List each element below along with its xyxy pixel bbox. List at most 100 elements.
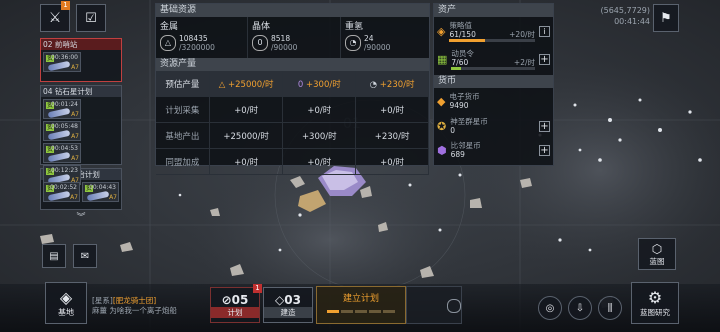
fleet-card[interactable]: 资 00:04:43 A7 xyxy=(82,182,119,202)
crystal-cap: /90000 xyxy=(271,43,298,52)
production-row-label: 同盟加成 xyxy=(156,148,210,175)
currency-row[interactable]: ◆ 电子货币 9490 xyxy=(434,88,553,114)
production-header-deut: +230/时 xyxy=(379,79,415,90)
chat-sender: [肥龙骑士团] xyxy=(112,296,157,305)
production-header-row: 预估产量 △ +25000/时 0 +300/时 ◔ +230/时 xyxy=(156,71,429,97)
galaxy-button[interactable]: ◎ xyxy=(538,296,562,320)
message-button[interactable]: ✉ xyxy=(73,244,97,268)
strategy-bar xyxy=(449,38,535,42)
add-mobilize-button[interactable]: + xyxy=(539,53,550,65)
metal-value: 108435 xyxy=(179,34,208,43)
fleet-group[interactable]: 04 钻石星计划 资 00:01:24 A7 资 00:05:48 A7 资 00:04:… xyxy=(40,85,122,185)
base-button[interactable]: ◈ 基地 xyxy=(45,282,87,324)
arrow-down-icon: ⇩ xyxy=(575,302,585,314)
production-row: 同盟加成 +0/时 +0/时 +0/时 xyxy=(156,148,429,175)
blueprint-icon: ⬡ xyxy=(651,241,663,256)
production-cell: +300/时 xyxy=(282,122,357,149)
currency-label: 神圣群星币 xyxy=(450,117,488,126)
strategy-label: 策略值 xyxy=(449,20,472,30)
bookmark-button[interactable]: ⚑ xyxy=(653,4,679,32)
fleet-card[interactable]: 资 00:05:48 A7 xyxy=(43,121,81,141)
mobilize-bar xyxy=(451,66,535,70)
production-cell: +0/时 xyxy=(355,148,429,175)
tasks-button[interactable]: ☑ xyxy=(76,4,106,32)
build-button[interactable]: ◇03 建造 xyxy=(263,287,313,323)
production-cell: +230/时 xyxy=(355,122,429,149)
server-time: 00:41:44 xyxy=(614,17,650,26)
blueprint-button[interactable]: ⬡ 蓝图 xyxy=(638,238,676,270)
fleet-icon: ⫼ xyxy=(607,302,613,314)
production-cell: +0/时 xyxy=(209,148,284,175)
chat-text: 麻薑 为啥我一个离子炮船 xyxy=(92,306,177,315)
currency-value: 689 xyxy=(450,150,465,159)
event-badge: 1 xyxy=(61,1,70,10)
event-icon: ⚔ xyxy=(48,10,62,26)
expand-chevron-icon[interactable]: ︾ xyxy=(40,210,122,223)
base-label: 基地 xyxy=(58,308,74,317)
coordinates: (5645,7729) xyxy=(600,6,650,15)
assets-panel: 资产 ◈ 策略值 61/150 +20/时 i ▦ 动员令 7/60 +2/时 + … xyxy=(433,3,554,166)
chat-preview[interactable]: [星系][肥龙骑士团] 麻薑 为啥我一个离子炮船 xyxy=(92,296,207,316)
crystal-label: 晶体 xyxy=(252,22,271,32)
deuterium-icon: ◔ xyxy=(345,35,361,51)
build-label: 建造 xyxy=(264,306,312,318)
document-icon: ▤ xyxy=(49,250,59,262)
strategy-rate: +20/时 xyxy=(509,29,535,39)
currency-row[interactable]: ✪ 神圣群星币 0 + xyxy=(434,114,553,138)
currency-value: 0 xyxy=(450,126,455,135)
build-icon: ◇ xyxy=(275,292,285,307)
info-button[interactable]: i xyxy=(539,25,550,37)
mobilize-row[interactable]: ▦ 动员令 7/60 +2/时 + xyxy=(434,45,553,73)
fleet-card[interactable]: 资 00:01:24 A7 xyxy=(43,99,81,119)
plan-icon: ⊘ xyxy=(221,292,232,307)
metal-resource[interactable]: 金属 △ 108435 /3200000 xyxy=(156,17,248,58)
metal-cap: /3200000 xyxy=(179,43,215,52)
currency-label: 比邻星币 xyxy=(450,141,481,150)
production-title: 资源产量 xyxy=(156,58,429,71)
basic-resources-title: 基础资源 xyxy=(156,4,429,17)
mail-list-button[interactable]: ▤ xyxy=(42,244,66,268)
mobilize-value: 7/60 xyxy=(451,57,469,67)
fleet-card[interactable]: 资 00:02:52 A7 xyxy=(43,182,80,202)
crystal-small-icon: 0 xyxy=(297,79,306,90)
currency-title: 货币 xyxy=(434,75,553,88)
clipboard-icon: ☑ xyxy=(85,10,97,26)
deuterium-value: 24 xyxy=(364,34,374,43)
production-row-label: 计划采集 xyxy=(156,96,210,123)
currency-row[interactable]: ⬢ 比邻星币 689 + xyxy=(434,138,553,162)
production-header-crystal: +300/时 xyxy=(306,79,341,90)
build-plan-button[interactable]: 建立计划 xyxy=(316,286,406,324)
build-count: 03 xyxy=(284,292,301,307)
strategy-icon: ◈ xyxy=(437,24,446,38)
plan-count: 05 xyxy=(231,292,249,307)
production-cell: +0/时 xyxy=(209,96,284,123)
deuterium-small-icon: ◔ xyxy=(369,79,380,90)
assets-title: 资产 xyxy=(434,4,553,17)
currency-value: 9490 xyxy=(449,101,469,110)
crystal-resource[interactable]: 晶体 0 8518 /90000 xyxy=(248,17,341,58)
add-currency-button[interactable]: + xyxy=(539,120,550,132)
fleet-card[interactable]: 资 00:04:53 A7 xyxy=(43,143,81,163)
research-icon: ⚙ xyxy=(647,288,663,307)
galaxy-icon: ◎ xyxy=(545,302,555,314)
production-cell: +0/时 xyxy=(282,96,357,123)
mobilize-icon: ▦ xyxy=(437,52,448,66)
fleet-group-title: 04 钻石星计划 xyxy=(41,86,121,97)
plan-badge: 1 xyxy=(253,284,262,293)
build-queue-preview[interactable] xyxy=(406,286,462,324)
add-currency-button[interactable]: + xyxy=(539,144,550,156)
fleet-group[interactable]: 02 前哨站 资 00:36:00 A7 xyxy=(40,38,122,82)
fleet-card[interactable]: 资 00:36:00 A7 xyxy=(43,52,81,72)
metal-icon: △ xyxy=(160,35,176,51)
deuterium-cap: /90000 xyxy=(364,43,391,52)
resource-panel: 基础资源 金属 △ 108435 /3200000 晶体 0 8518 /900… xyxy=(155,3,430,175)
blueprint-research-button[interactable]: ⚙ 蓝图研究 xyxy=(631,282,679,324)
download-button[interactable]: ⇩ xyxy=(568,296,592,320)
strategy-row[interactable]: ◈ 策略值 61/150 +20/时 i xyxy=(434,17,553,45)
fleet-button[interactable]: ⫼ xyxy=(598,296,622,320)
production-row: 计划采集 +0/时 +0/时 +0/时 xyxy=(156,96,429,123)
blueprint-research-label: 蓝图研究 xyxy=(640,308,670,317)
deuterium-resource[interactable]: 重氢 ◔ 24 /90000 xyxy=(341,17,429,58)
production-header-metal: +25000/时 xyxy=(228,79,274,90)
deuterium-label: 重氢 xyxy=(345,22,364,32)
